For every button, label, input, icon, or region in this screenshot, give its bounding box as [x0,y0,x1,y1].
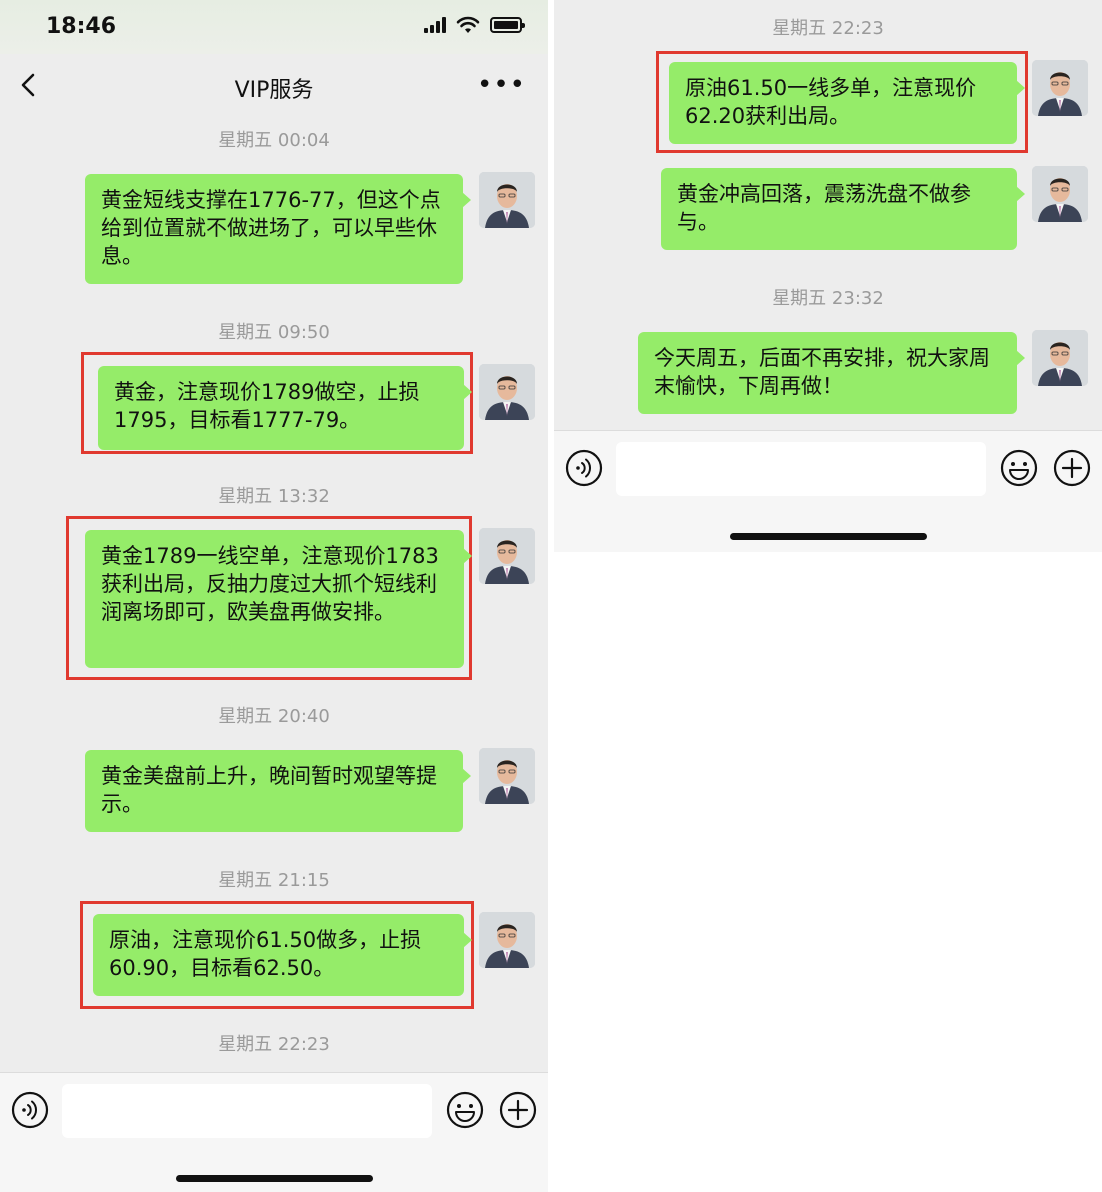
timestamp: 星期五 22:23 [772,18,884,39]
avatar[interactable] [479,748,535,804]
message-bubble[interactable]: 黄金，注意现价1789做空，止损1795，目标看1777-79。 [98,366,472,450]
timestamp: 星期五 23:32 [772,288,884,309]
message-bubble[interactable]: 今天周五，后面不再安排，祝大家周末愉快，下周再做！ [638,332,1025,414]
message-input[interactable] [62,1084,432,1138]
avatar-icon [479,528,535,584]
wifi-icon [456,16,480,33]
nav-bar: VIP服务 ••• [0,54,548,116]
timestamp: 星期五 09:50 [218,322,330,343]
timestamp: 星期五 21:15 [218,870,330,891]
plus-icon[interactable] [499,1091,537,1129]
message-bubble[interactable]: 黄金1789一线空单，注意现价1783获利出局，反抽力度过大抓个短线利润离场即可… [85,530,472,668]
battery-icon [490,17,525,33]
avatar-icon [479,364,535,420]
home-indicator [176,1175,373,1182]
avatar[interactable] [1032,60,1088,116]
message-bubble[interactable]: 黄金美盘前上升，晚间暂时观望等提示。 [85,750,471,832]
emoji-icon[interactable] [446,1091,484,1129]
avatar-icon [479,172,535,228]
signal-icon [424,17,446,33]
message-bubble[interactable]: 原油61.50一线多单，注意现价62.20获利出局。 [669,62,1025,144]
voice-icon[interactable] [11,1091,49,1129]
timestamp: 星期五 13:32 [218,486,330,507]
avatar[interactable] [479,172,535,228]
avatar-icon [1032,330,1088,386]
timestamp: 星期五 22:23 [218,1034,330,1055]
input-bar [0,1072,548,1192]
chat-screen-left: 18:46 VIP服务 ••• 星期五 00:04 黄金短线支撑在1776-77… [0,0,548,1192]
chat-screen-right: 星期五 22:23 原油61.50一线多单，注意现价62.20获利出局。 黄金冲… [554,0,1102,552]
avatar-icon [479,912,535,968]
avatar-icon [479,748,535,804]
status-time: 18:46 [46,14,117,39]
avatar[interactable] [479,528,535,584]
status-icons [424,16,525,34]
message-bubble[interactable]: 黄金短线支撑在1776-77，但这个点给到位置就不做进场了，可以早些休息。 [85,174,471,284]
timestamp: 星期五 00:04 [218,130,330,151]
avatar[interactable] [1032,166,1088,222]
input-bar [554,430,1102,552]
message-bubble[interactable]: 黄金冲高回落，震荡洗盘不做参与。 [661,168,1025,250]
status-bar: 18:46 [0,0,548,54]
avatar[interactable] [479,364,535,420]
plus-icon[interactable] [1053,449,1091,487]
avatar-icon [1032,166,1088,222]
avatar[interactable] [479,912,535,968]
chat-title: VIP服务 [234,78,314,103]
avatar-icon [1032,60,1088,116]
message-bubble[interactable]: 原油，注意现价61.50做多，止损60.90，目标看62.50。 [93,914,472,996]
emoji-icon[interactable] [1000,449,1038,487]
home-indicator [730,533,927,540]
avatar[interactable] [1032,330,1088,386]
voice-icon[interactable] [565,449,603,487]
timestamp: 星期五 20:40 [218,706,330,727]
more-icon[interactable]: ••• [477,70,526,100]
message-input[interactable] [616,442,986,496]
